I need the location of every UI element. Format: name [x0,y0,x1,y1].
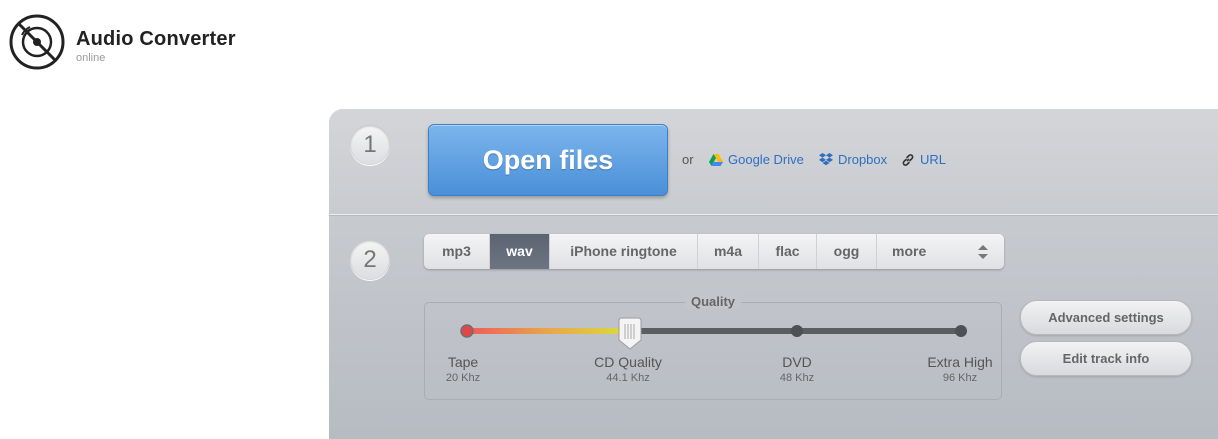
quality-rate-tape: 20 Khz [445,372,481,384]
google-drive-label: Google Drive [728,152,804,167]
edit-track-info-button[interactable]: Edit track info [1020,341,1192,376]
dropbox-icon [819,153,833,166]
google-drive-link[interactable]: Google Drive [709,152,804,167]
dropbox-link[interactable]: Dropbox [819,152,887,167]
slider-stop-extra-high[interactable] [955,325,967,337]
converter-panel: 1 Open files or Google Drive Dropbox URL… [329,109,1218,439]
step-open-files: 1 Open files or Google Drive Dropbox URL [329,109,1218,215]
up-down-arrows-icon [978,245,988,259]
dropbox-label: Dropbox [838,152,888,167]
brand-subtitle: online [76,52,106,64]
quality-label-extra-high: Extra High [927,354,993,370]
step-number-1: 1 [350,125,390,165]
quality-rate-extra-high: 96 Khz [942,372,978,384]
format-m4a[interactable]: m4a [698,234,759,269]
vinyl-disc-icon [9,14,65,70]
google-drive-icon [709,153,723,166]
format-wav[interactable]: wav [490,234,550,269]
quality-label-cd: CD Quality [594,354,662,370]
format-selector: mp3 wav iPhone ringtone m4a flac ogg mor… [424,234,1004,269]
quality-label-tape: Tape [447,354,479,370]
slider-fill [467,328,630,334]
quality-rate-cd: 44.1 Khz [606,372,650,384]
slider-stop-tape[interactable] [460,324,474,338]
slider-stop-dvd[interactable] [791,325,803,337]
open-files-button[interactable]: Open files [428,124,668,196]
format-mp3[interactable]: mp3 [424,234,490,269]
slider-handle[interactable] [618,317,642,350]
url-label: URL [920,152,947,167]
or-label: or [682,152,694,167]
more-label: more [892,243,927,259]
format-more-dropdown[interactable]: more [877,234,1004,269]
format-flac[interactable]: flac [759,234,817,269]
format-iphone-ringtone[interactable]: iPhone ringtone [550,234,698,269]
url-link[interactable]: URL [901,152,946,167]
brand-title: Audio Converter [76,28,236,50]
format-ogg[interactable]: ogg [817,234,877,269]
step-choose-format: 2 mp3 wav iPhone ringtone m4a flac ogg m… [329,215,1218,439]
quality-label-dvd: DVD [782,354,812,370]
advanced-settings-button[interactable]: Advanced settings [1020,300,1192,335]
link-icon [902,153,914,166]
quality-slider[interactable] [425,303,1001,363]
quality-panel: Quality Tape 20 Khz CD Quality 44.1 Khz … [424,294,1002,400]
step-number-2: 2 [350,240,390,280]
quality-rate-dvd: 48 Khz [779,372,815,384]
